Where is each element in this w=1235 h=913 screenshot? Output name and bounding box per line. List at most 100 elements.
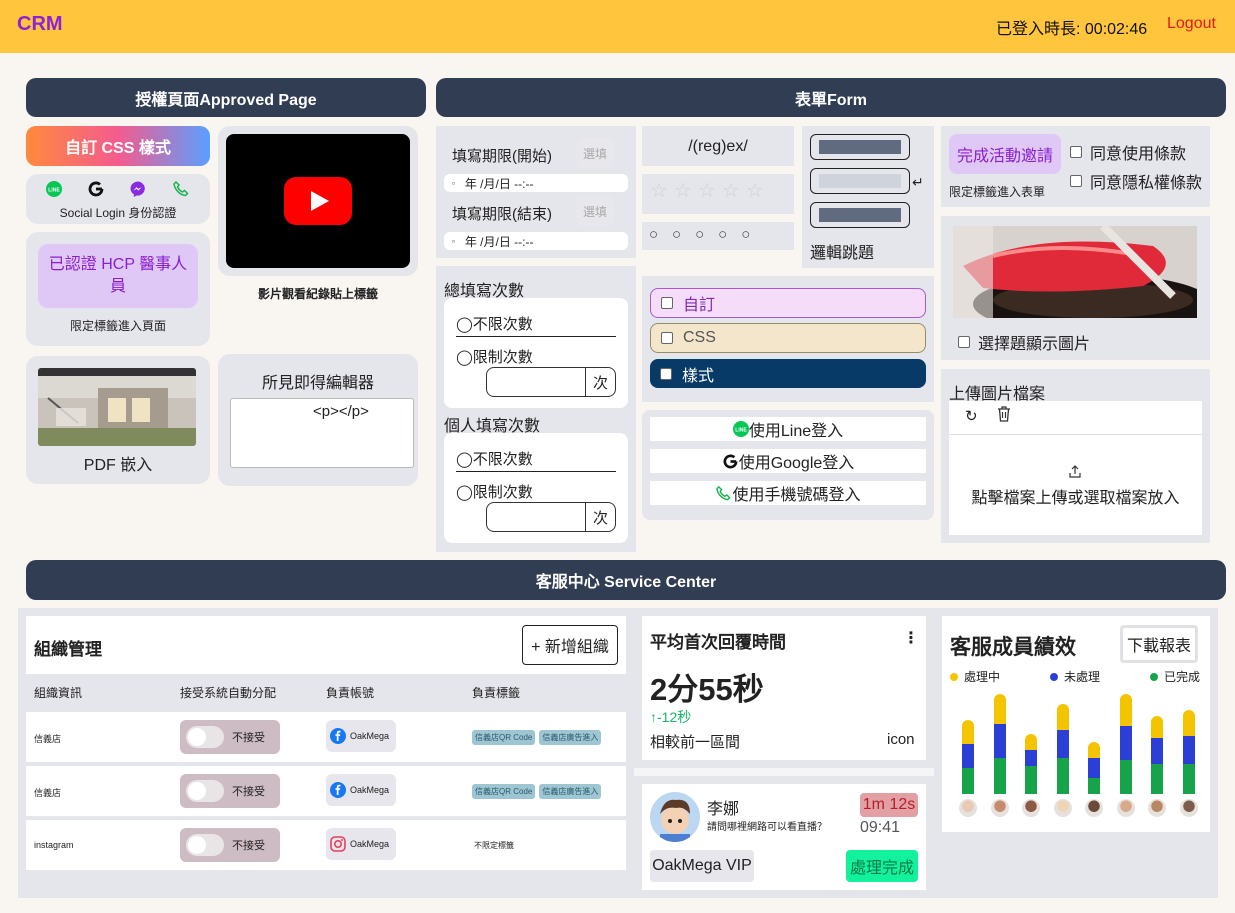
bar-1-已完成 (962, 768, 974, 794)
member-avatar[interactable] (1179, 799, 1198, 817)
approved-page-banner: 授權頁面Approved Page (26, 78, 426, 117)
trash-icon[interactable] (997, 406, 1011, 427)
service-center-banner: 客服中心 Service Center (26, 560, 1226, 600)
hcp-verified-button[interactable]: 已認證 HCP 醫事人員 (38, 244, 198, 308)
performance-chart (950, 690, 1204, 818)
end-date-label: 填寫期限(結束) (452, 206, 552, 223)
bar-6-已完成 (1119, 760, 1132, 794)
card-divider (634, 768, 934, 776)
phone-icon[interactable] (172, 180, 190, 198)
facebook-icon (330, 782, 346, 798)
auto-assign-toggle[interactable]: 不接受 (180, 828, 280, 862)
social-login-card: LINE Social Login 身份認證 (26, 174, 210, 224)
pdf-preview-image[interactable] (38, 368, 196, 446)
total-times-input[interactable]: 次 (486, 367, 616, 397)
upload-icon (1068, 464, 1082, 483)
member-avatar[interactable] (1053, 799, 1072, 817)
radio-scale[interactable]: ○○○○○ (649, 226, 789, 243)
google-icon[interactable] (87, 180, 105, 198)
refresh-icon[interactable]: ↻ (965, 407, 978, 425)
wysiwyg-editor[interactable]: <p></p> (230, 398, 414, 468)
avg-response-title: 平均首次回覆時間 (650, 633, 786, 652)
personal-unlimited-radio[interactable]: ◯不限次數 (456, 448, 616, 472)
style-check-css[interactable]: CSS (650, 323, 926, 353)
star-rating[interactable]: ☆☆☆☆☆ (650, 178, 790, 203)
regex-label: /(reg)ex/ (688, 138, 748, 155)
row-org-name: 信義店 (34, 734, 62, 744)
svg-text:LINE: LINE (735, 428, 747, 434)
personal-times-input[interactable]: 次 (486, 502, 616, 532)
auto-assign-toggle[interactable]: 不接受 (180, 774, 280, 808)
bar-3-已完成 (1025, 766, 1037, 794)
message-time: 09:41 (860, 819, 901, 836)
avg-response-delta: ↑-12秒 (650, 709, 692, 725)
video-player[interactable] (226, 134, 410, 268)
custom-css-button[interactable]: 自訂 CSS 樣式 (26, 126, 210, 166)
total-unlimited-radio[interactable]: ◯不限次數 (456, 313, 616, 337)
account-badge[interactable]: OakMega (326, 774, 396, 806)
auto-assign-toggle[interactable]: 不接受 (180, 720, 280, 754)
member-avatar[interactable] (1116, 799, 1135, 817)
phone-login-button[interactable]: 使用手機號碼登入 (650, 481, 926, 505)
start-date-input[interactable]: ▫ 年 /月/日 --:-- (444, 174, 628, 192)
google-icon (723, 454, 738, 468)
complete-invite-button[interactable]: 完成活動邀請 (949, 134, 1061, 174)
agree-terms-checkbox[interactable]: 同意使用條款 (1070, 140, 1186, 164)
start-date-label: 填寫期限(開始) (452, 148, 552, 165)
member-avatar[interactable] (959, 799, 977, 817)
col-auto-assign: 接受系統自動分配 (180, 686, 277, 700)
mark-done-button[interactable]: 處理完成 (846, 850, 918, 882)
logic-option-2[interactable] (810, 168, 910, 194)
brand-logo[interactable]: CRM (17, 13, 63, 36)
bar-2-未處理 (993, 724, 1006, 758)
member-avatar[interactable] (990, 799, 1009, 817)
account-badge[interactable]: OakMega (326, 828, 396, 860)
bar-5-已完成 (1088, 778, 1100, 794)
vip-tag[interactable]: OakMega VIP (650, 850, 754, 882)
bar-4-已完成 (1056, 758, 1069, 794)
bar-8-未處理 (1182, 736, 1195, 764)
tag[interactable]: 信義店QR Code (472, 730, 536, 745)
member-avatar[interactable] (1022, 799, 1040, 817)
agree-privacy-checkbox[interactable]: 同意隱私權條款 (1070, 169, 1202, 193)
logic-option-3[interactable] (810, 202, 910, 228)
logic-option-1[interactable] (810, 134, 910, 160)
wait-time-badge: 1m 12s (860, 793, 918, 817)
bar-4-未處理 (1056, 730, 1069, 758)
show-image-checkbox[interactable]: 選擇題顯示圖片 (958, 330, 1090, 354)
social-login-label: Social Login 身份認證 (59, 206, 177, 220)
customer-name: 李娜 (707, 801, 740, 818)
bar-5-處理中 (1088, 742, 1100, 758)
form-banner: 表單Form (436, 78, 1226, 117)
logout-link[interactable]: Logout (1167, 15, 1216, 33)
performance-title: 客服成員績效 (950, 636, 1076, 659)
member-avatar[interactable] (1085, 799, 1103, 817)
sushi-image[interactable] (953, 226, 1197, 318)
add-org-button[interactable]: + 新增組織 (522, 625, 618, 665)
personal-limited-radio[interactable]: ◯限制次數 (456, 481, 533, 502)
messenger-icon[interactable] (129, 180, 147, 198)
end-date-input[interactable]: ▫ 年 /月/日 --:-- (444, 232, 628, 250)
account-badge[interactable]: OakMega (326, 720, 396, 752)
line-login-button[interactable]: LINE 使用Line登入 (650, 417, 926, 441)
google-login-button[interactable]: 使用Google登入 (650, 449, 926, 473)
total-limited-radio[interactable]: ◯限制次數 (456, 346, 533, 367)
message-preview: 請問哪裡網路可以看直播？ (707, 822, 827, 833)
avg-response-compare: 相較前一區間 (650, 734, 741, 751)
member-avatar[interactable] (1148, 799, 1166, 817)
end-required-pill: 選填 (576, 196, 614, 226)
tag[interactable]: 信義店廣告進入 (539, 784, 602, 799)
bar-1-未處理 (962, 744, 974, 768)
row-tags: 信義店QR Code 信義店廣告進入 (472, 730, 602, 745)
phone-icon (716, 485, 732, 500)
line-icon[interactable]: LINE (46, 181, 63, 197)
youtube-play-icon[interactable] (284, 177, 352, 225)
bar-8-處理中 (1182, 710, 1195, 736)
tag[interactable]: 信義店QR Code (472, 784, 536, 799)
download-report-button[interactable]: 下載報表 (1120, 625, 1198, 663)
more-options-icon[interactable]: ⋮ (903, 628, 919, 648)
style-check-custom[interactable]: 自訂 (650, 288, 926, 318)
style-check-style[interactable]: 樣式 (650, 359, 926, 388)
facebook-icon (330, 728, 346, 744)
tag[interactable]: 信義店廣告進入 (539, 730, 602, 745)
